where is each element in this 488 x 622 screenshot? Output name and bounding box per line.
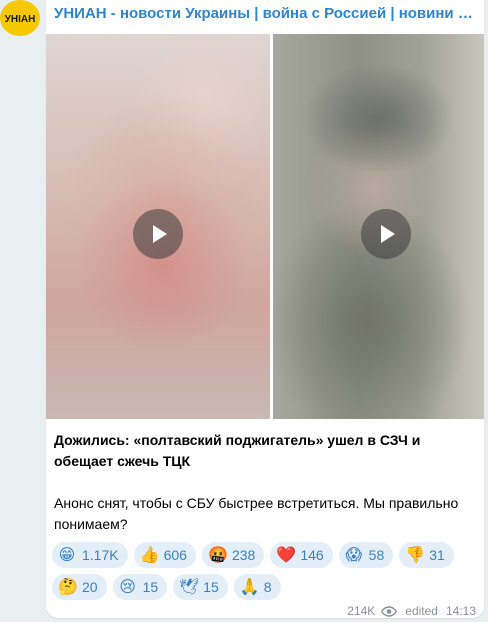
- message-meta: 214K edited 14:13: [347, 604, 476, 618]
- reaction-emoji-icon: 👎: [405, 545, 426, 564]
- reaction-count: 20: [82, 579, 98, 595]
- reaction-count: 31: [429, 547, 445, 563]
- reaction-button[interactable]: 🙏 8: [233, 574, 281, 600]
- message-time: 14:13: [445, 604, 476, 618]
- reaction-button[interactable]: 😁 1.17K: [52, 542, 128, 568]
- reaction-emoji-icon: 😁: [58, 545, 76, 564]
- post-text: Дожились: «полтавский поджигатель» ушел …: [54, 430, 474, 535]
- reaction-count: 58: [368, 547, 385, 563]
- reaction-count: 146: [300, 547, 324, 563]
- reaction-button[interactable]: 👍 606: [133, 542, 196, 568]
- play-icon: [381, 225, 395, 243]
- play-button-2[interactable]: [361, 209, 411, 259]
- svg-text:УНІАН: УНІАН: [5, 14, 36, 25]
- reaction-emoji-icon: 👍: [139, 545, 160, 564]
- reaction-button[interactable]: 😱 58: [338, 542, 394, 568]
- reaction-emoji-icon: 😢: [119, 577, 136, 596]
- reaction-count: 8: [263, 579, 272, 595]
- reaction-button[interactable]: 🤬 238: [201, 542, 265, 568]
- reaction-button[interactable]: 👎 31: [399, 542, 454, 568]
- channel-avatar[interactable]: УНІАН: [0, 0, 40, 36]
- reaction-emoji-icon: 😱: [345, 545, 363, 564]
- reaction-button[interactable]: 🤔 20: [52, 574, 107, 600]
- reaction-count: 238: [231, 547, 256, 563]
- reaction-emoji-icon: 🤬: [207, 545, 228, 564]
- reaction-emoji-icon: ❤️: [276, 545, 297, 564]
- reaction-button[interactable]: 😢 15: [112, 574, 168, 600]
- eye-icon: [381, 605, 398, 617]
- reactions-bar: 😁 1.17K 👍 606 🤬 238 ❤️ 146 😱 58 👎 31 🤔 20 😢 15 🕊 15 🙏 8: [52, 542, 472, 600]
- channel-title[interactable]: УНИАН - новости Украины | война с Россие…: [54, 5, 478, 23]
- unian-logo-icon: УНІАН: [5, 14, 36, 25]
- edited-label: edited: [405, 604, 438, 618]
- play-button-1[interactable]: [133, 209, 183, 259]
- reaction-count: 15: [203, 579, 219, 595]
- reaction-count: 1.17K: [82, 547, 119, 563]
- reaction-button[interactable]: ❤️ 146: [270, 542, 333, 568]
- view-count: 214K: [347, 604, 376, 618]
- reaction-count: 606: [163, 547, 187, 563]
- play-icon: [153, 225, 167, 243]
- post-body: Анонс снят, чтобы с СБУ быстрее встретит…: [54, 495, 459, 532]
- reaction-button[interactable]: 🕊 15: [173, 574, 228, 600]
- reaction-emoji-icon: 🕊: [179, 577, 200, 596]
- post-headline: Дожились: «полтавский поджигатель» ушел …: [54, 432, 421, 469]
- reaction-emoji-icon: 🤔: [58, 577, 78, 596]
- reaction-emoji-icon: 🙏: [239, 577, 260, 596]
- reaction-count: 15: [142, 579, 159, 595]
